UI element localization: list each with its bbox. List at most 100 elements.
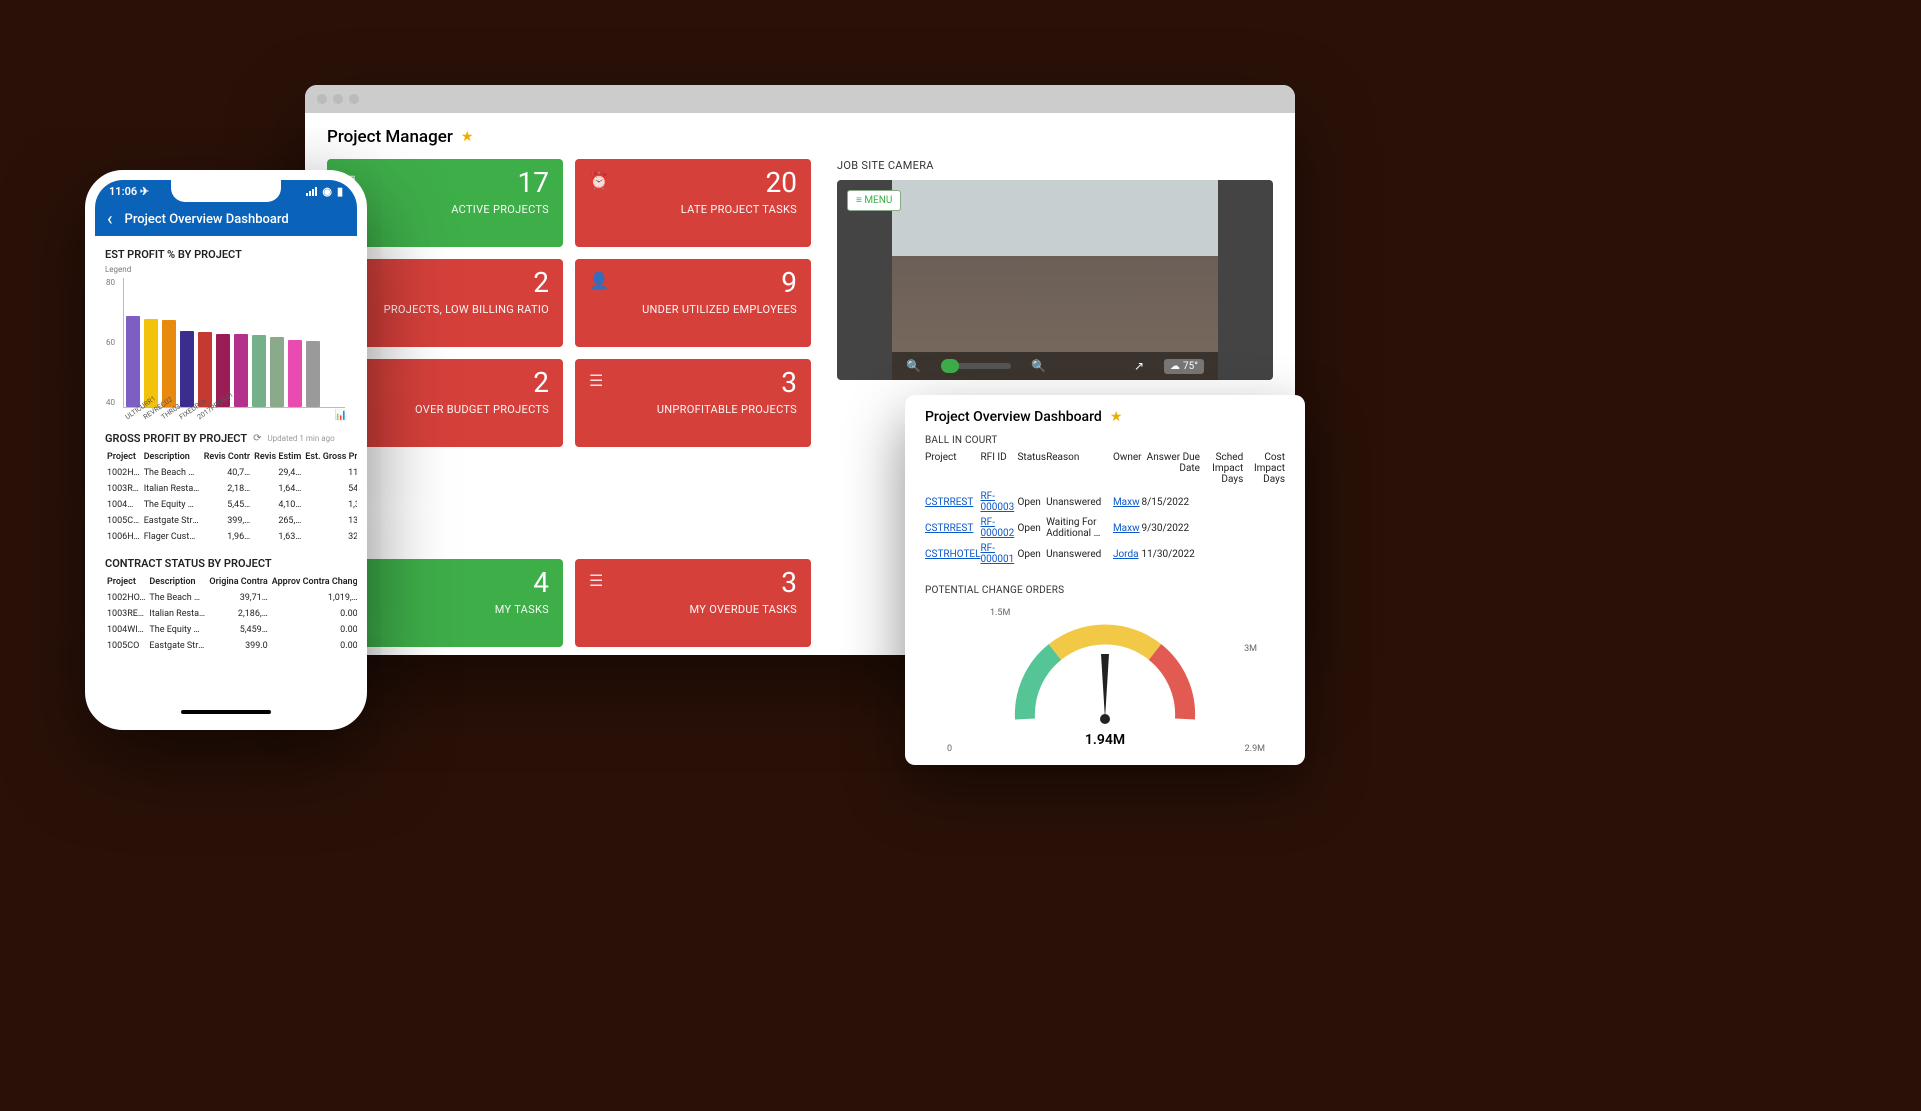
kpi-number: 20 [766,169,797,197]
share-icon[interactable]: ↗ [1134,359,1144,373]
chart-x-axis: ULTICURR1REVREC02THR03FIXEDP062017PROG01 [125,410,347,418]
gross-profit-table: ProjectDescriptionRevis ContrRevis Estim… [105,449,357,545]
ball-in-court-table: ProjectRFI IDStatusReasonOwnerAnswer Due… [925,452,1285,567]
owner-link[interactable]: Maxw [1113,515,1142,541]
chart-bar[interactable] [234,334,248,408]
chart-bar[interactable] [126,316,140,408]
star-icon[interactable]: ★ [461,129,474,145]
table-row[interactable]: 1002HO…The Beach Hotel a…39,71…1,019,…40… [105,590,357,606]
chart-bar[interactable] [288,340,302,408]
kpi-label: UNDER UTILIZED EMPLOYEES [642,303,797,316]
kpi-icon: ☰ [589,371,611,393]
kpi-grid: ▦17ACTIVE PROJECTS⏰20LATE PROJECT TASKS%… [327,159,811,647]
temp-value: 75° [1183,361,1198,372]
gp-title: GROSS PROFIT BY PROJECT [105,432,247,445]
profit-bar-chart[interactable]: 806040 📊 [123,278,345,408]
kpi-label: MY TASKS [495,603,549,616]
page-title-text: Project Manager [327,127,453,147]
kpi-number: 2 [533,269,549,297]
traffic-light-icon [333,94,343,104]
kpi-tile[interactable]: ⏰ 20 LATE PROJECT TASKS [575,159,811,247]
battery-icon: ▮ [337,185,343,198]
chart-type-icon[interactable]: 📊 [335,410,347,421]
kpi-label: MY OVERDUE TASKS [690,603,797,616]
kpi-label: OVER BUDGET PROJECTS [415,403,549,416]
ball-in-court-heading: BALL IN COURT [925,435,1285,446]
kpi-label: ACTIVE PROJECTS [451,203,549,216]
card-title: Project Overview Dashboard ★ [925,409,1285,425]
gauge-r: 3M [1244,644,1257,654]
job-site-camera[interactable]: ≡ MENU 🔍 🔍 ↗ ☁ 75° [837,180,1273,380]
table-row[interactable]: 1005COEastgate Strip Mall399.00.00399.0 [105,638,357,654]
titlebar [305,85,1295,113]
chart-bar[interactable] [162,320,176,407]
project-link[interactable]: CSTRREST [925,515,981,541]
card-title-text: Project Overview Dashboard [925,409,1102,425]
project-link[interactable]: CSTRREST [925,489,981,515]
chart-bar[interactable] [252,335,266,407]
home-indicator[interactable] [181,710,271,714]
chart-bar[interactable] [180,331,194,408]
camera-toolbar: 🔍 🔍 ↗ ☁ 75° [892,352,1218,380]
star-icon[interactable]: ★ [1110,409,1123,425]
table-row[interactable]: 1003R…Italian Restaura…2,18…1,64…543,…24… [105,481,357,497]
kpi-tile[interactable]: ☰ 3 UNPROFITABLE PROJECTS [575,359,811,447]
table-row[interactable]: 1006H…Flager Custom …1,96…1,63…322,…16.4… [105,529,357,545]
refresh-icon[interactable]: ⟳ [253,433,261,444]
pco-heading: POTENTIAL CHANGE ORDERS [925,585,1285,596]
kpi-icon: 👤 [589,271,611,293]
kpi-icon: ☰ [589,571,611,593]
chart-legend: Legend [105,265,347,274]
chart-title: EST PROFIT % BY PROJECT [105,248,347,261]
clock: 11:06 ✈ [109,185,149,198]
signal-icon [306,187,317,196]
table-row[interactable]: 1005C…Eastgate Strip …399,…265,…133,…33.… [105,513,357,529]
phone-mockup: 11:06 ✈ ◉ ▮ ‹ Project Overview Dashboard… [85,170,367,730]
kpi-icon: ⏰ [589,171,611,193]
rfi-link[interactable]: RF-000002 [981,515,1018,541]
wifi-icon: ◉ [322,185,332,198]
camera-menu-button[interactable]: ≡ MENU [847,190,901,211]
kpi-label: UNPROFITABLE PROJECTS [657,403,797,416]
chart-bar[interactable] [270,337,284,408]
kpi-number: 17 [518,169,549,197]
table-row: CSTRRESTRF-000003OpenUnansweredMaxw8/15/… [925,489,1285,515]
rfi-link[interactable]: RF-000003 [981,489,1018,515]
kpi-number: 3 [781,369,797,397]
kpi-label: LATE PROJECT TASKS [681,203,797,216]
kpi-label: PROJECTS, LOW BILLING RATIO [384,303,549,316]
kpi-number: 3 [781,569,797,597]
updated-label: Updated 1 min ago [267,434,334,443]
owner-link[interactable]: Jorda [1113,541,1142,567]
gauge-mid: 1.5M [990,608,1010,618]
table-row: CSTRRESTRF-000002OpenWaiting For Additio… [925,515,1285,541]
rfi-link[interactable]: RF-000001 [981,541,1018,567]
contract-status-table: ProjectDescriptionOrigina ContraApprov C… [105,574,357,654]
table-row[interactable]: 1004WI…The Equity Group -…5,459…0.005,45… [105,622,357,638]
chart-bar[interactable] [198,332,212,407]
table-row[interactable]: 1002H…The Beach Hot…40,7…29,4…11,3…27.76 [105,465,357,481]
zoom-in-icon[interactable]: 🔍 [1031,359,1046,373]
zoom-slider[interactable] [941,363,1011,369]
gauge-chart: 0 1.5M 3M 2.9M 1.94M [925,604,1285,754]
kpi-tile[interactable]: 👤 9 UNDER UTILIZED EMPLOYEES [575,259,811,347]
gauge-value: 1.94M [925,732,1285,748]
traffic-light-icon [317,94,327,104]
weather-badge: ☁ 75° [1164,359,1204,374]
kpi-number: 2 [533,369,549,397]
kpi-number: 9 [781,269,797,297]
kpi-tile[interactable]: ☰ 3 MY OVERDUE TASKS [575,559,811,647]
table-row[interactable]: 1003RE…Italian Restaurant …2,186,…0.002,… [105,606,357,622]
chart-bar[interactable] [306,341,320,407]
phone-notch [171,180,281,202]
table-row[interactable]: 1004…The Equity Gro…5,45…4,10…1,35…24.80 [105,497,357,513]
nav-title: Project Overview Dashboard [125,212,289,227]
page-title: Project Manager ★ [327,127,1273,147]
back-icon[interactable]: ‹ [107,209,113,230]
project-link[interactable]: CSTRHOTEL [925,541,981,567]
camera-title: JOB SITE CAMERA [837,159,1273,172]
zoom-out-icon[interactable]: 🔍 [906,359,921,373]
table-row: CSTRHOTELRF-000001OpenUnansweredJorda11/… [925,541,1285,567]
owner-link[interactable]: Maxw [1113,489,1142,515]
chart-bar[interactable] [144,319,158,408]
